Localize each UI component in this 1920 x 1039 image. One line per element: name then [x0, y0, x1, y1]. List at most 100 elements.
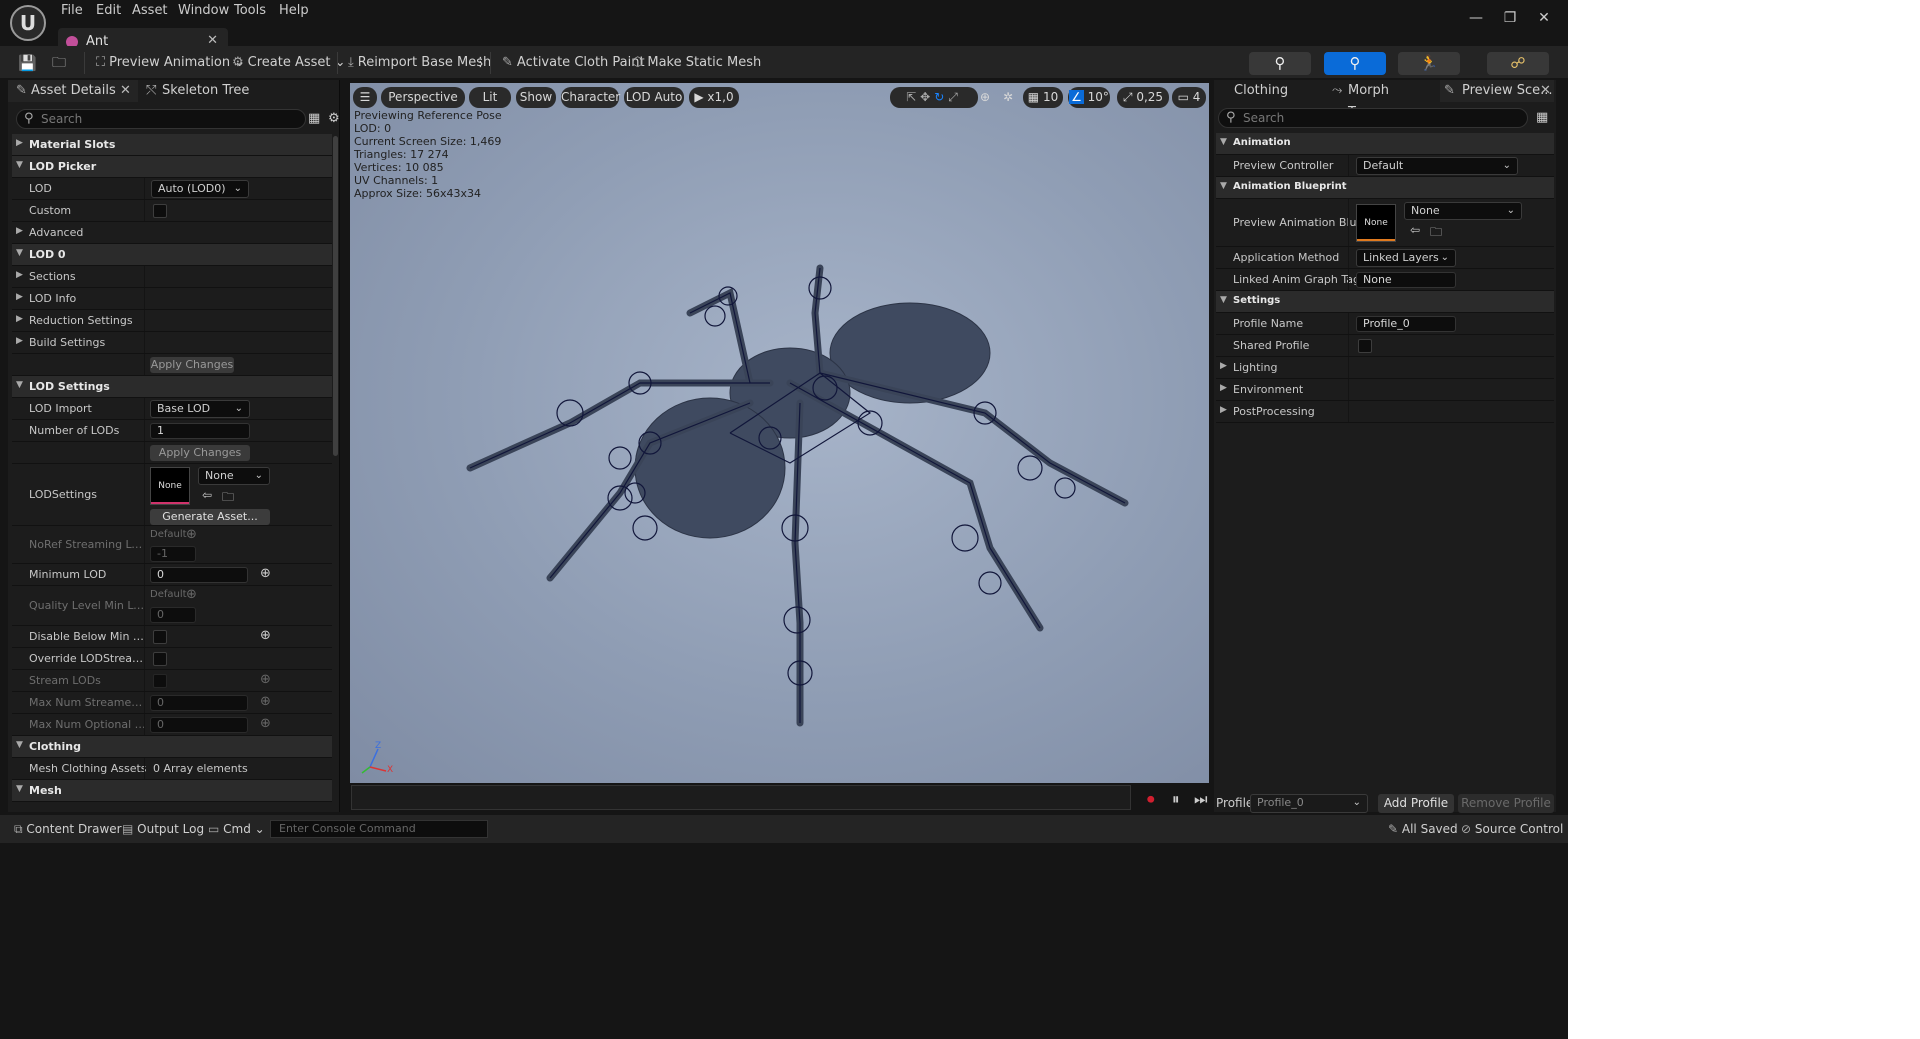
- column-divider[interactable]: [144, 586, 145, 625]
- lod-import-combo[interactable]: Base LOD ⌄: [150, 400, 250, 418]
- add-override-icon[interactable]: ⊕: [186, 587, 197, 602]
- browse-asset-icon[interactable]: 🗀: [52, 52, 66, 74]
- skeleton-mode-button[interactable]: ⚲: [1249, 52, 1311, 75]
- step-forward-icon[interactable]: ⏭: [1194, 790, 1208, 808]
- tab-preview-scene[interactable]: ✎ Preview Sce... ✕: [1440, 80, 1554, 102]
- menu-help[interactable]: Help: [279, 2, 309, 20]
- category-clothing[interactable]: ▼ Clothing: [12, 736, 332, 758]
- category-settings[interactable]: ▼ Settings: [1216, 291, 1554, 313]
- generate-asset-button[interactable]: Generate Asset...: [150, 509, 270, 525]
- row-environment[interactable]: ▶ Environment: [1216, 379, 1554, 401]
- tab-morph-targets[interactable]: ⤳Morph Targe...: [1326, 80, 1438, 120]
- tab-clothing[interactable]: Clothing: [1214, 80, 1322, 102]
- restore-icon[interactable]: ❐: [1500, 10, 1520, 26]
- minimize-icon[interactable]: —: [1466, 10, 1486, 26]
- close-tab-icon[interactable]: ✕: [120, 80, 131, 102]
- add-override-icon[interactable]: ⊕: [260, 694, 271, 709]
- save-icon[interactable]: 💾: [18, 52, 37, 74]
- lod-combo[interactable]: Auto (LOD0) ⌄: [151, 180, 249, 198]
- add-profile-button[interactable]: Add Profile: [1378, 794, 1454, 813]
- column-divider[interactable]: [144, 288, 145, 309]
- profile-combo[interactable]: Profile_0 ⌄: [1250, 794, 1368, 813]
- add-override-icon[interactable]: ⊕: [260, 566, 271, 581]
- column-divider[interactable]: [144, 442, 145, 463]
- linked-tag-field[interactable]: None: [1356, 272, 1456, 288]
- create-asset-button[interactable]: ⚙ Create Asset ⌄: [232, 52, 346, 74]
- column-divider[interactable]: [144, 420, 145, 441]
- tab-skeleton-tree[interactable]: ⤲ Skeleton Tree: [144, 80, 274, 102]
- cloth-paint-button[interactable]: ✎ Activate Cloth Paint: [502, 52, 645, 74]
- add-override-icon[interactable]: ⊕: [260, 716, 271, 731]
- preview-controller-combo[interactable]: Default ⌄: [1356, 157, 1518, 175]
- all-saved-button[interactable]: ✎ All Saved: [1388, 820, 1458, 838]
- row-lod-info[interactable]: ▶ LOD Info: [12, 288, 332, 310]
- column-divider[interactable]: [1348, 199, 1349, 246]
- quality-min-field[interactable]: 0: [150, 607, 196, 623]
- column-divider[interactable]: [144, 670, 145, 691]
- column-divider[interactable]: [144, 398, 145, 419]
- viewport-menu-button[interactable]: ☰: [353, 87, 377, 108]
- noref-field[interactable]: -1: [150, 546, 196, 562]
- row-build-settings[interactable]: ▶ Build Settings: [12, 332, 332, 354]
- column-divider[interactable]: [144, 758, 145, 779]
- max-optional-field[interactable]: 0: [150, 717, 248, 733]
- browse-icon[interactable]: 🗀: [222, 488, 234, 509]
- show-button[interactable]: Show: [516, 87, 556, 108]
- tab-asset-details[interactable]: ✎ Asset Details ✕: [8, 80, 138, 102]
- menu-window[interactable]: Window: [178, 2, 229, 20]
- column-divider[interactable]: [144, 266, 145, 287]
- menu-asset[interactable]: Asset: [132, 2, 168, 20]
- category-mesh[interactable]: ▼ Mesh: [12, 780, 332, 802]
- category-animation[interactable]: ▼ Animation: [1216, 133, 1554, 155]
- stream-lods-checkbox[interactable]: [153, 674, 167, 688]
- content-drawer-button[interactable]: ⧉ Content Drawer: [14, 820, 122, 838]
- category-lod-picker[interactable]: ▼ LOD Picker: [12, 156, 332, 178]
- column-divider[interactable]: [1348, 401, 1349, 422]
- close-window-icon[interactable]: ✕: [1534, 10, 1554, 26]
- column-divider[interactable]: [144, 200, 145, 221]
- reimport-button[interactable]: ⤓ Reimport Base Mesh: [348, 52, 491, 74]
- animation-mode-button[interactable]: 🏃: [1398, 52, 1460, 75]
- lit-button[interactable]: Lit: [469, 87, 511, 108]
- custom-checkbox[interactable]: [153, 204, 167, 218]
- column-divider[interactable]: [144, 354, 145, 375]
- menu-edit[interactable]: Edit: [96, 2, 121, 20]
- column-divider[interactable]: [144, 310, 145, 331]
- row-sections[interactable]: ▶ Sections: [12, 266, 332, 288]
- view-options-icon[interactable]: ▦: [308, 111, 320, 126]
- details-search-input[interactable]: ⚲ Search: [16, 109, 306, 129]
- preview-animation-button[interactable]: ⛶ Preview Animation ⌄: [96, 52, 245, 74]
- playback-speed-button[interactable]: ▶ x1,0: [689, 87, 739, 108]
- max-streamed-field[interactable]: 0: [150, 695, 248, 711]
- column-divider[interactable]: [144, 692, 145, 713]
- output-log-button[interactable]: ▤ Output Log: [122, 820, 204, 838]
- column-divider[interactable]: [144, 332, 145, 353]
- column-divider[interactable]: [144, 714, 145, 735]
- category-lod0[interactable]: ▼ LOD 0: [12, 244, 332, 266]
- close-tab-icon[interactable]: ✕: [1540, 80, 1551, 102]
- transform-tools-group[interactable]: ⇱✥↻⤢: [890, 87, 978, 108]
- view-options-icon[interactable]: ▦: [1536, 110, 1548, 125]
- column-divider[interactable]: [144, 178, 145, 199]
- character-button[interactable]: Character: [561, 87, 620, 108]
- row-advanced[interactable]: ▶ Advanced: [12, 222, 332, 244]
- number-of-lods-field[interactable]: 1: [150, 423, 250, 439]
- console-input[interactable]: Enter Console Command: [270, 820, 488, 838]
- column-divider[interactable]: [144, 526, 145, 563]
- row-lighting[interactable]: ▶ Lighting: [1216, 357, 1554, 379]
- perspective-button[interactable]: Perspective: [381, 87, 465, 108]
- settings-gear-icon[interactable]: ⚙: [328, 111, 340, 126]
- remove-profile-button[interactable]: Remove Profile: [1458, 794, 1554, 813]
- rotate-tool-icon[interactable]: ↻: [934, 90, 948, 104]
- disable-below-checkbox[interactable]: [153, 630, 167, 644]
- column-divider[interactable]: [1348, 335, 1349, 356]
- cmd-button[interactable]: ▭ Cmd ⌄: [208, 820, 265, 838]
- source-control-button[interactable]: ⊘ Source Control: [1461, 820, 1563, 838]
- use-selected-icon[interactable]: ⇦: [1410, 223, 1420, 237]
- category-material-slots[interactable]: ▶ Material Slots: [12, 134, 332, 156]
- category-lod-settings[interactable]: ▼ LOD Settings: [12, 376, 332, 398]
- scrollbar[interactable]: [333, 136, 338, 456]
- column-divider[interactable]: [144, 464, 145, 525]
- local-space-icon[interactable]: ⊕: [975, 87, 995, 108]
- physics-mode-button[interactable]: ☍: [1487, 52, 1549, 75]
